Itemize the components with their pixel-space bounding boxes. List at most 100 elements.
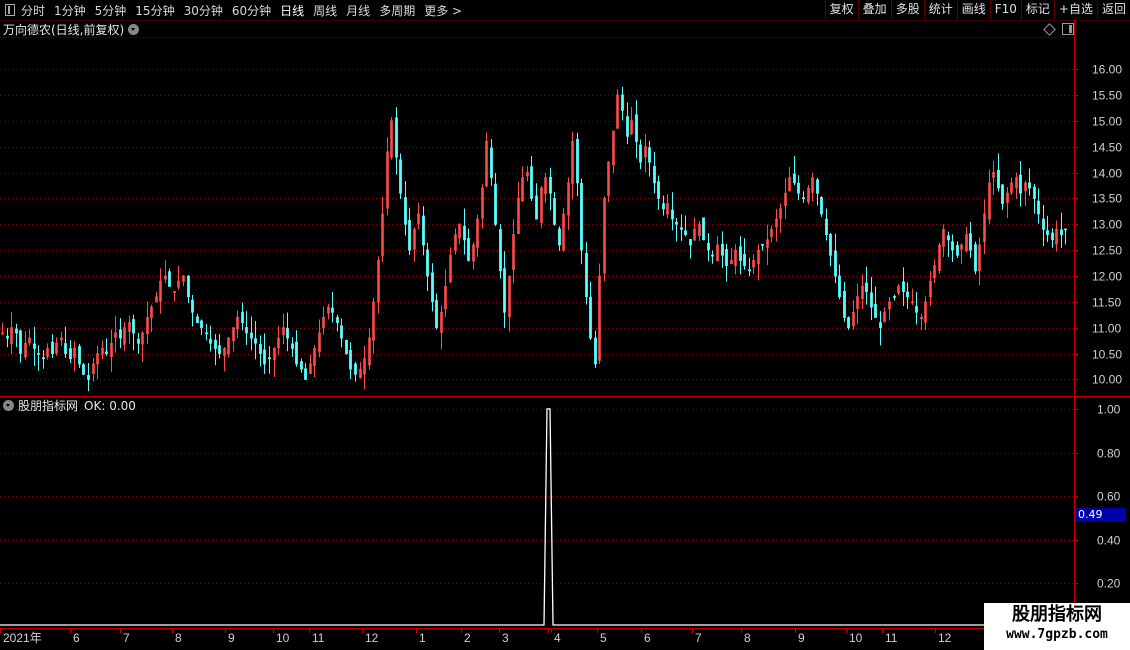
candle-body: [137, 338, 140, 344]
candle-body: [1037, 200, 1040, 215]
candle-body: [879, 322, 882, 329]
candle-body: [268, 357, 271, 360]
candle-body: [37, 352, 40, 355]
candle-body: [558, 228, 561, 246]
candle-body: [87, 375, 90, 380]
sub-y-tick-label: 0.60: [1097, 490, 1121, 504]
candle-body: [42, 357, 45, 360]
candle-body: [635, 114, 638, 142]
candle-body: [797, 182, 800, 194]
candle-body: [594, 337, 597, 365]
candle-body: [187, 275, 190, 298]
x-tick-label: 10: [276, 631, 290, 645]
candle-body: [707, 242, 710, 251]
candle-body: [1033, 186, 1036, 199]
candle-body: [259, 343, 262, 355]
x-tick-label: 8: [744, 631, 751, 645]
x-tick-label: 4: [554, 631, 561, 645]
candle-body: [408, 220, 411, 251]
candle-body: [829, 234, 832, 256]
watermark-title: 股朋指标网: [1012, 604, 1102, 625]
candle-body: [51, 341, 54, 355]
main-y-tick-label: 14.00: [1092, 167, 1122, 181]
sub-y-tick-label: 0.20: [1097, 577, 1121, 591]
candle-body: [200, 320, 203, 329]
candle-body: [33, 343, 36, 349]
candle-body: [431, 272, 434, 303]
chart-canvas[interactable]: 16.00 15.50 15.00 14.50 14.00 13.50 13.00 12.50…: [0, 0, 1130, 650]
candle-body: [662, 203, 665, 210]
x-tick-label: 7: [123, 631, 130, 645]
x-tick-label: 3: [502, 631, 509, 645]
x-tick-label: 11: [885, 631, 898, 645]
sub-y-tick-label: 0.80: [1097, 447, 1121, 461]
x-tick-label: 10: [849, 631, 863, 645]
candle-body: [196, 316, 199, 323]
candle-body: [997, 169, 1000, 189]
candle-body: [132, 319, 135, 334]
x-tick-label: 6: [73, 631, 80, 645]
candle-body: [648, 147, 651, 163]
candle-body: [1064, 228, 1067, 231]
candle-body: [463, 225, 466, 241]
candle-body: [589, 296, 592, 339]
candle-body: [761, 243, 764, 246]
candle-body: [426, 249, 429, 277]
candle-body: [78, 346, 81, 365]
main-y-tick-label: 14.50: [1092, 141, 1122, 155]
candle-body: [653, 166, 656, 184]
x-tick-label: 6: [644, 631, 651, 645]
candle-body: [549, 176, 552, 194]
x-tick-label: 5: [600, 631, 607, 645]
candle-body: [64, 343, 67, 355]
main-y-tick-label: 16.00: [1092, 63, 1122, 77]
watermark-url: www.7gpzb.com: [1006, 627, 1108, 642]
watermark: 股朋指标网 www.7gpzb.com: [984, 603, 1130, 650]
candle-body: [816, 179, 819, 194]
sub-y-tick-label: 0.40: [1097, 534, 1121, 548]
candle-body: [576, 138, 579, 184]
layout-icon[interactable]: [1062, 23, 1074, 35]
candle-body: [286, 328, 289, 339]
candle-body: [254, 338, 257, 344]
main-chart-title: 万向德农(日线,前复权): [3, 22, 125, 37]
candle-body: [820, 196, 823, 215]
candle-body: [684, 230, 687, 236]
candle-body: [553, 198, 556, 225]
candle-body: [82, 364, 85, 375]
candle-body: [969, 233, 972, 251]
candle-body: [671, 209, 674, 220]
x-tick-label: 2021年: [3, 631, 42, 645]
candle-body: [1042, 218, 1045, 230]
candle-body: [435, 300, 438, 329]
candle-body: [793, 173, 796, 184]
main-chart-header: 万向德农(日线,前复权): [0, 21, 140, 37]
candle-body: [739, 246, 742, 261]
candle-body: [906, 291, 909, 298]
candle-body: [245, 327, 248, 334]
candle-body: [711, 254, 714, 257]
candle-body: [530, 166, 533, 199]
indicator-dropdown-icon[interactable]: [3, 400, 14, 411]
candle-body: [535, 195, 538, 220]
candle-body: [494, 183, 497, 225]
candle-body: [585, 252, 588, 298]
candle-body: [404, 197, 407, 225]
diamond-icon[interactable]: [1043, 22, 1056, 36]
candle-body: [951, 241, 954, 251]
candle-body: [331, 307, 334, 313]
candle-body: [1051, 232, 1054, 241]
x-tick-label: 12: [365, 631, 379, 645]
candle-body: [974, 244, 977, 272]
main-y-tick-label: 11.50: [1092, 296, 1121, 310]
candle-body: [865, 282, 868, 292]
dropdown-icon[interactable]: [128, 23, 140, 35]
candle-body: [675, 221, 678, 225]
candle-body: [870, 292, 873, 308]
candle-body: [300, 361, 303, 370]
candle-body: [499, 229, 502, 272]
candle-body: [902, 281, 905, 292]
indicator-line: [0, 408, 1074, 626]
candle-body: [349, 350, 352, 370]
candle-body: [291, 343, 294, 349]
